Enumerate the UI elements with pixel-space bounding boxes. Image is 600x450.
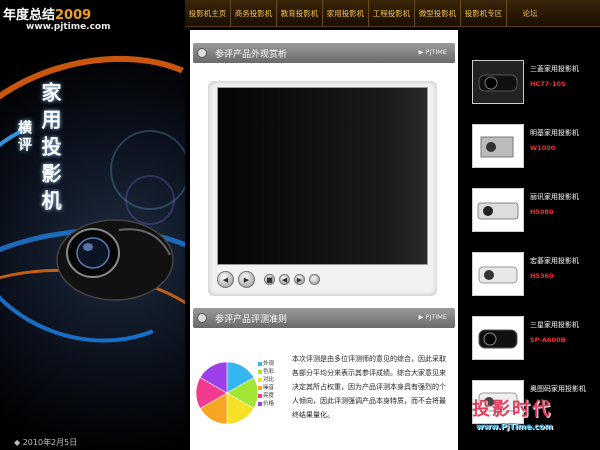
product-thumbnail[interactable] [472,316,524,360]
product-item[interactable]: 丽讯家用投影机 H5080 [462,184,600,244]
play-button[interactable]: ▶ [238,271,255,288]
product-model: HC77-10S [530,80,566,88]
legend-label: 外观 [263,361,275,367]
product-item[interactable]: 三菱家用投影机 HC77-10S [462,56,600,116]
section-tag: ▶ PJTIME [418,48,447,56]
bullet-icon [197,48,207,58]
product-thumbnail[interactable] [472,252,524,296]
legend-item: 对比 [258,376,278,384]
nav-projector-zone[interactable]: 投影机专区 [461,0,507,27]
product-item[interactable]: 宏碁家用投影机 H5360 [462,248,600,308]
criteria-description: 本次评测是由多位评测师的意见的综合，因此采取各部分平均分来表示其参评成绩。综合大… [292,355,446,419]
banner-date-text: 2010年2月5日 [22,438,78,447]
product-name[interactable]: 宏碁家用投影机 [530,256,579,266]
section-header-criteria: 参评产品评测准则 ▶ PJTIME [193,308,455,328]
pie-svg [195,361,259,425]
rewind-icon: ◀ [281,275,288,284]
video-screen[interactable] [217,87,428,265]
nav-projector-home[interactable]: 投影机主页 [185,0,231,27]
legend-label: 色彩 [263,369,275,375]
legend-item: 外观 [258,360,278,368]
feature-banner: 年度总结2009 www.pjtime.com 家用投影机 横评 ◆ 2010年… [0,0,185,450]
projector-image [477,202,519,220]
legend-item: 色彩 [258,368,278,376]
product-name[interactable]: 奥图码家用投影机 [530,384,586,394]
legend-item: 噪音 [258,384,278,392]
forward-button[interactable]: ▶ [294,274,305,285]
section-tag: ▶ PJTIME [418,313,447,321]
banner-date: ◆ 2010年2月5日 [14,438,78,447]
legend-swatch [258,386,262,390]
bullet-icon [197,313,207,323]
product-list: 三菱家用投影机 HC77-10S 明基家用投影机 W1000 丽讯家用投影机 H… [462,30,600,450]
nav-forum[interactable]: 论坛 [507,0,553,27]
section-title: 参评产品评测准则 [215,315,288,325]
forward-icon: ▶ [296,275,303,284]
projector-image [478,329,518,349]
prev-button[interactable]: ◀ [217,271,234,288]
banner-year: 2009 [55,8,92,23]
product-model: H5080 [530,208,554,216]
product-item[interactable]: 明基家用投影机 W1000 [462,120,600,180]
product-name[interactable]: 丽讯家用投影机 [530,192,579,202]
legend-swatch [258,378,262,382]
projector-image [478,266,518,284]
legend-swatch [258,394,262,398]
legend-label: 亮度 [263,393,275,399]
banner-site-url: www.pjtime.com [26,22,111,32]
video-player: ◀ ▶ ■ ◀ ▶ [208,81,437,296]
product-name[interactable]: 明基家用投影机 [530,128,579,138]
product-model: H5360 [530,272,554,280]
projector-lens-image [56,219,174,301]
volume-button[interactable] [309,274,320,285]
stop-button[interactable]: ■ [264,274,275,285]
product-item[interactable]: 三星家用投影机 SP-A600B [462,312,600,372]
play-icon: ▶ [243,275,250,284]
product-model: SP-A600B [530,336,566,344]
nav-education-projector[interactable]: 教育投影机 [277,0,323,27]
section-tag-text: PJTIME [425,313,447,321]
section-title: 参评产品外观赏析 [215,50,288,60]
legend-label: 对比 [263,377,275,383]
nav-business-projector[interactable]: 商务投影机 [231,0,277,27]
legend-swatch [258,370,262,374]
watermark-url: www.PjTime.com [476,422,553,431]
product-name[interactable]: 三菱家用投影机 [530,64,579,74]
product-thumbnail[interactable] [472,188,524,232]
product-thumbnail[interactable] [472,124,524,168]
banner-year-prefix: 年度总结 [3,8,56,23]
banner-vertical-subtitle: 横评 [16,120,32,154]
rewind-button[interactable]: ◀ [279,274,290,285]
pie-legend: 外观色彩对比噪音亮度价格 [258,360,278,408]
nav-engineering-projector[interactable]: 工程投影机 [369,0,415,27]
legend-swatch [258,402,262,406]
site-watermark: 投影时代 www.PjTime.com [452,395,600,440]
product-model: W1000 [530,144,556,152]
legend-label: 价格 [263,401,275,407]
banner-year-title: 年度总结2009 [3,4,91,23]
legend-label: 噪音 [263,385,275,391]
section-tag-text: PJTIME [425,48,447,56]
legend-swatch [258,362,262,366]
section-header-appearance: 参评产品外观赏析 ▶ PJTIME [193,43,455,63]
projector-image [480,136,514,158]
top-navigation: 投影机主页 商务投影机 教育投影机 家用投影机 工程投影机 微型投影机 投影机专… [185,0,600,27]
prev-icon: ◀ [222,275,229,284]
stop-icon: ■ [266,275,273,284]
main-panel: 参评产品外观赏析 ▶ PJTIME ◀ ▶ ■ ◀ ▶ 参评产品评测准则 ▶ P… [190,30,458,450]
legend-item: 价格 [258,400,278,408]
watermark-text: 投影时代 [472,399,552,420]
product-name[interactable]: 三星家用投影机 [530,320,579,330]
legend-item: 亮度 [258,392,278,400]
banner-vertical-title: 家用投影机 [38,82,62,217]
projector-image [478,74,518,92]
nav-home-projector[interactable]: 家用投影机 [323,0,369,27]
nav-mini-projector[interactable]: 微型投影机 [415,0,461,27]
product-thumbnail[interactable] [472,60,524,104]
